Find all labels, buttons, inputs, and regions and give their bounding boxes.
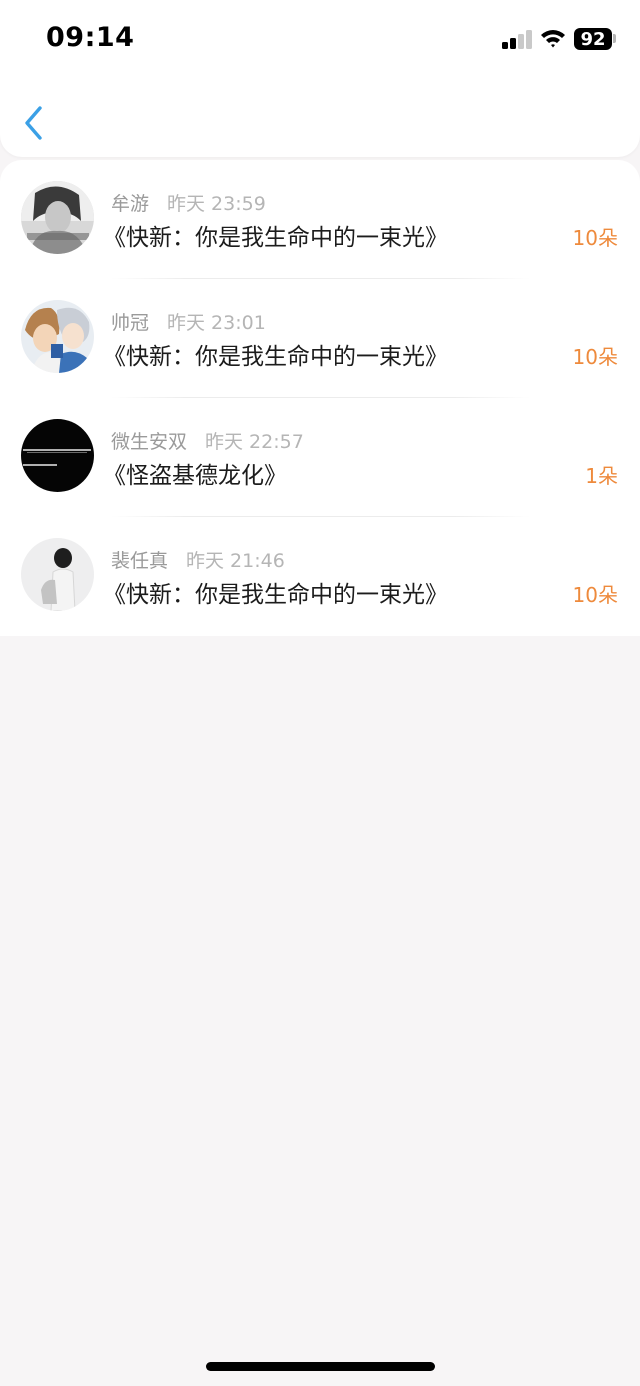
gift-amount: 10朵 bbox=[572, 583, 618, 607]
book-title[interactable]: 《快新：你是我生命中的一束光》 bbox=[103, 337, 448, 371]
gift-time: 昨天 23:59 bbox=[167, 193, 266, 215]
chevron-left-icon[interactable] bbox=[20, 104, 50, 142]
home-indicator[interactable] bbox=[206, 1362, 435, 1371]
username: 裴任真 昨天 21:46 bbox=[111, 546, 285, 573]
gift-amount: 10朵 bbox=[572, 226, 618, 250]
avatar[interactable] bbox=[21, 300, 94, 373]
user-name[interactable]: 帅冠 bbox=[111, 312, 149, 334]
user-name[interactable]: 微生安双 bbox=[111, 431, 187, 453]
list-item[interactable]: 牟游 昨天 23:59 《快新：你是我生命中的一束光》 10朵 bbox=[0, 160, 640, 279]
list-item[interactable]: 裴任真 昨天 21:46 《快新：你是我生命中的一束光》 10朵 bbox=[0, 517, 640, 636]
status-time: 09:14 bbox=[46, 22, 135, 53]
gift-time: 昨天 21:46 bbox=[186, 550, 285, 572]
gift-time: 昨天 22:57 bbox=[205, 431, 304, 453]
top-header: 09:14 92 bbox=[0, 0, 640, 157]
gift-amount: 1朵 bbox=[585, 464, 618, 488]
username: 帅冠 昨天 23:01 bbox=[111, 308, 266, 335]
book-title[interactable]: 《快新：你是我生命中的一束光》 bbox=[103, 575, 448, 609]
battery-cap bbox=[613, 34, 616, 43]
battery-level: 92 bbox=[580, 28, 606, 50]
gift-time: 昨天 23:01 bbox=[167, 312, 266, 334]
avatar[interactable] bbox=[21, 538, 94, 611]
username: 微生安双 昨天 22:57 bbox=[111, 427, 304, 454]
avatar[interactable] bbox=[21, 419, 94, 492]
wifi-icon bbox=[541, 30, 565, 48]
book-title[interactable]: 《怪盗基德龙化》 bbox=[103, 456, 287, 490]
gift-record-list: 牟游 昨天 23:59 《快新：你是我生命中的一束光》 10朵 帅冠 昨天 23:0… bbox=[0, 160, 640, 636]
book-title[interactable]: 《快新：你是我生命中的一束光》 bbox=[103, 218, 448, 252]
list-item[interactable]: 帅冠 昨天 23:01 《快新：你是我生命中的一束光》 10朵 bbox=[0, 279, 640, 398]
user-name[interactable]: 牟游 bbox=[111, 193, 149, 215]
user-name[interactable]: 裴任真 bbox=[111, 550, 168, 572]
battery-icon: 92 bbox=[574, 28, 612, 50]
list-item[interactable]: 微生安双 昨天 22:57 《怪盗基德龙化》 1朵 bbox=[0, 398, 640, 517]
gift-amount: 10朵 bbox=[572, 345, 618, 369]
avatar[interactable] bbox=[21, 181, 94, 254]
username: 牟游 昨天 23:59 bbox=[111, 189, 266, 216]
cellular-signal-icon bbox=[502, 30, 532, 49]
